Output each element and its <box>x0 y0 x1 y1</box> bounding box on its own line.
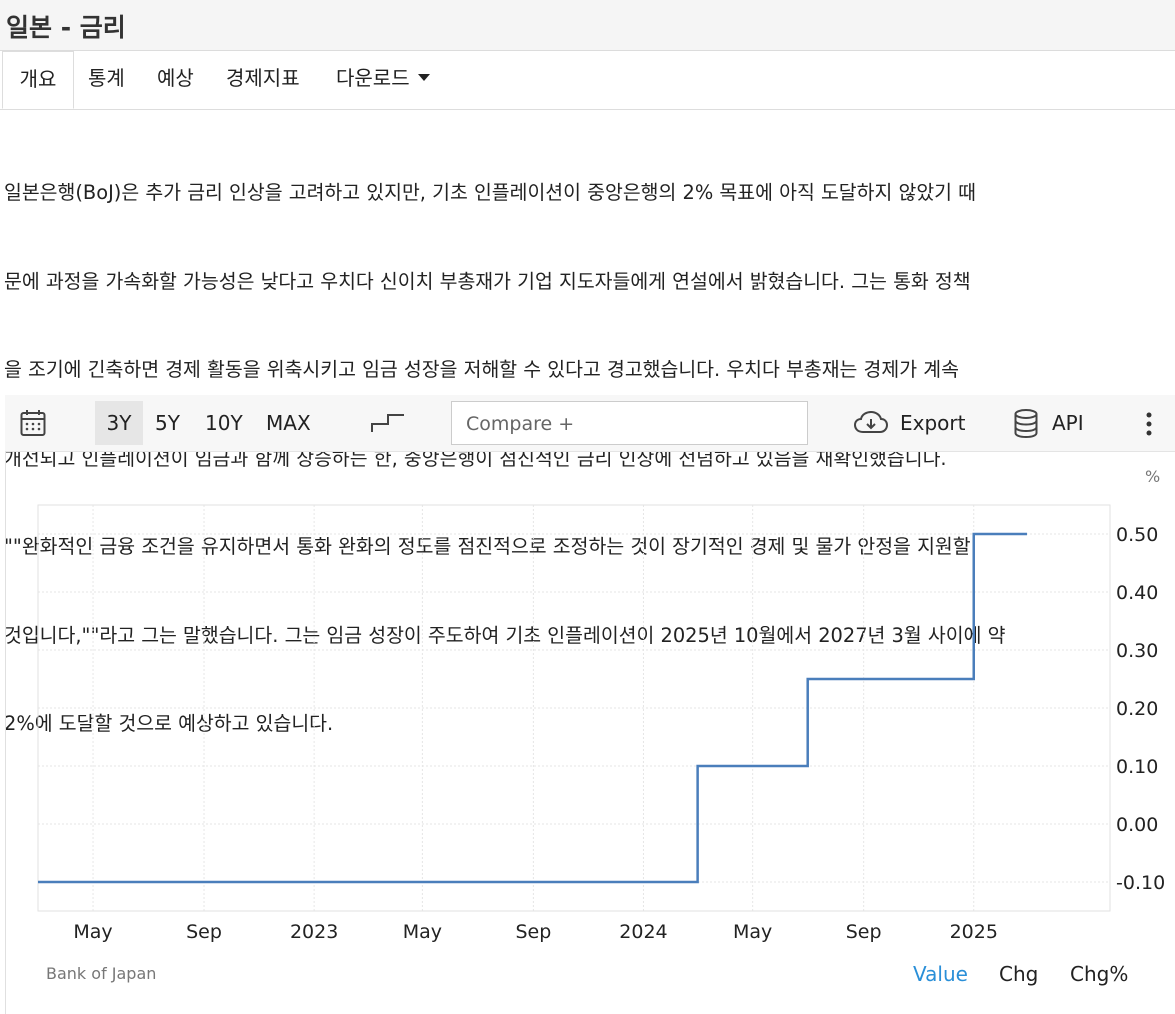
value-tab[interactable]: Value <box>913 962 968 986</box>
tab-indicators[interactable]: 경제지표 <box>226 51 300 109</box>
y-tick-label: 0.30 <box>1116 640 1158 662</box>
tab-label: 개요 <box>19 67 57 91</box>
title-bar: 일본 - 금리 <box>0 0 1175 51</box>
range-label: 5Y <box>155 411 180 435</box>
calendar-icon[interactable] <box>20 409 46 437</box>
x-axis-labels: May Sep 2023 May Sep 2024 May Sep 2025 <box>73 921 998 943</box>
tab-download[interactable]: 다운로드 <box>336 51 430 109</box>
chg-label: Chg <box>999 962 1039 986</box>
step-chart-icon[interactable] <box>371 412 405 434</box>
export-button[interactable]: Export <box>854 401 966 445</box>
compare-placeholder: Compare + <box>466 413 575 435</box>
range-label: MAX <box>266 411 311 435</box>
description-line: 문에 과정을 가속화할 가능성은 낮다고 우치다 신이치 부총재가 기업 지도자… <box>4 269 971 293</box>
x-tick-label: Sep <box>846 921 882 943</box>
tab-label: 경제지표 <box>226 66 300 90</box>
x-tick-label: May <box>733 921 772 943</box>
y-tick-label: 0.50 <box>1116 524 1158 546</box>
range-label: 3Y <box>106 411 132 435</box>
chart: 0.50 0.40 0.30 0.20 0.10 0.00 -0.10 May Sep 2023… <box>37 467 1165 943</box>
y-axis-unit: % <box>1145 467 1160 486</box>
api-button[interactable]: API <box>1014 401 1094 445</box>
compare-input[interactable]: Compare + <box>451 401 808 445</box>
description-line: 을 조기에 긴축하면 경제 활동을 위축시키고 임금 성장을 저해할 수 있다고… <box>4 358 959 381</box>
tab-statistics[interactable]: 통계 <box>88 51 125 109</box>
page-title: 일본 - 금리 <box>6 13 126 42</box>
range-3y-button[interactable]: 3Y <box>95 401 143 445</box>
chg-tab[interactable]: Chg <box>999 962 1038 986</box>
y-axis-labels: 0.50 0.40 0.30 0.20 0.10 0.00 -0.10 <box>1116 524 1165 894</box>
tab-bar: 개요 통계 예상 경제지표 다운로드 <box>0 51 1175 110</box>
x-tick-label: 2023 <box>290 921 338 943</box>
tab-overview[interactable]: 개요 <box>2 51 74 109</box>
x-tick-label: 2025 <box>950 921 998 943</box>
y-tick-label: 0.40 <box>1116 582 1158 604</box>
chgpct-label: Chg% <box>1070 962 1129 986</box>
tab-forecast[interactable]: 예상 <box>157 51 194 109</box>
chart-grid <box>38 505 1110 911</box>
chgpct-tab[interactable]: Chg% <box>1070 962 1128 986</box>
x-tick-label: Sep <box>186 921 222 943</box>
range-label: 10Y <box>205 411 243 435</box>
y-tick-label: 0.00 <box>1116 814 1158 836</box>
value-label: Value <box>913 962 968 986</box>
cloud-download-icon <box>854 411 888 433</box>
x-tick-label: Sep <box>515 921 551 943</box>
range-5y-button[interactable]: 5Y <box>155 401 180 445</box>
source-label: Bank of Japan <box>46 964 157 983</box>
y-tick-label: 0.20 <box>1116 698 1158 720</box>
description-line: 일본은행(BoJ)은 추가 금리 인상을 고려하고 있지만, 기초 인플레이션이… <box>4 181 977 204</box>
tab-label: 통계 <box>88 66 125 90</box>
export-label: Export <box>900 411 966 435</box>
tab-label: 다운로드 <box>336 66 410 90</box>
api-label: API <box>1052 411 1084 435</box>
database-icon <box>1014 409 1038 438</box>
x-tick-label: May <box>403 921 442 943</box>
x-tick-label: May <box>73 921 112 943</box>
range-max-button[interactable]: MAX <box>266 401 311 445</box>
y-tick-label: -0.10 <box>1116 872 1165 894</box>
range-10y-button[interactable]: 10Y <box>205 401 243 445</box>
y-tick-label: 0.10 <box>1116 756 1158 778</box>
tab-label: 예상 <box>157 66 194 90</box>
x-tick-label: 2024 <box>619 921 667 943</box>
more-vertical-icon[interactable] <box>1143 411 1155 437</box>
caret-down-icon <box>417 74 430 81</box>
